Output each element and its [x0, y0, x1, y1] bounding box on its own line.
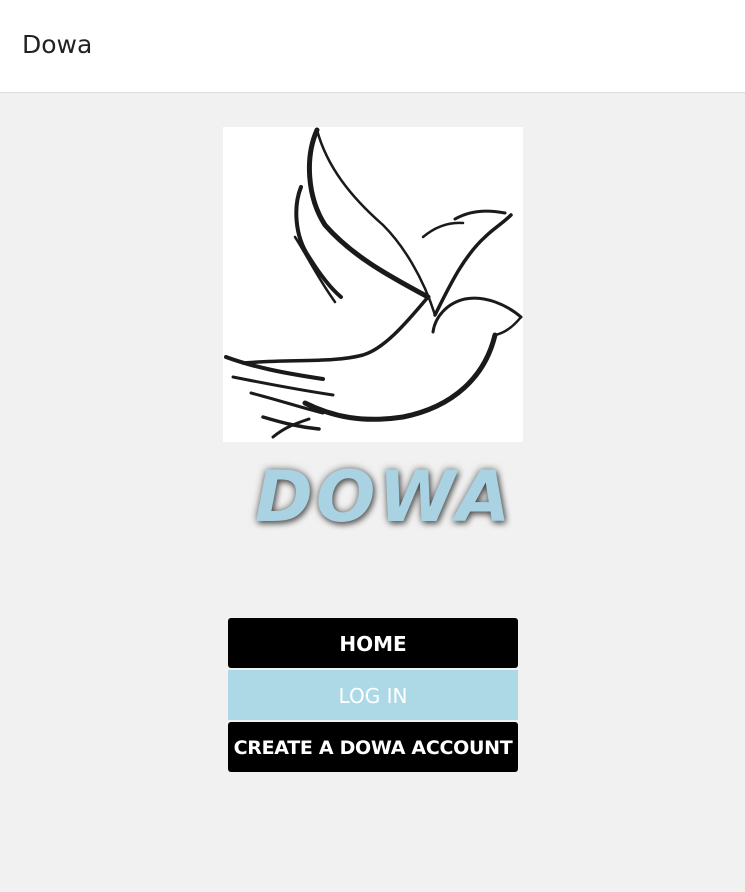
top-bar: Dowa [0, 0, 745, 93]
dove-logo [223, 127, 523, 442]
main-menu: HOME LOG IN CREATE A DOWA ACCOUNT [228, 618, 518, 774]
home-button[interactable]: HOME [228, 618, 518, 668]
create-account-button[interactable]: CREATE A DOWA ACCOUNT [228, 722, 518, 772]
app-title: Dowa [22, 30, 93, 59]
login-button[interactable]: LOG IN [228, 670, 518, 720]
wordmark: DOWA [254, 456, 514, 538]
dove-icon [224, 127, 523, 439]
